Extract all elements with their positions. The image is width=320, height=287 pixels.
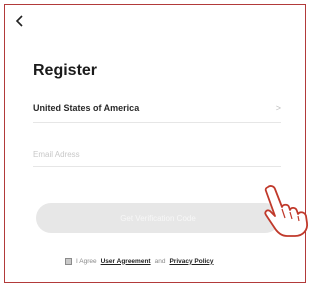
get-verification-code-button[interactable]: Get Verification Code (36, 203, 280, 233)
email-field[interactable] (33, 143, 281, 167)
user-agreement-link[interactable]: User Agreement (101, 258, 151, 265)
country-selector[interactable]: United States of America > (33, 97, 281, 123)
page-title: Register (33, 62, 98, 79)
agree-prefix: I Agree (76, 257, 97, 265)
chevron-left-icon[interactable] (15, 15, 29, 29)
agreement-row: I Agree User Agreement and Privacy Polic… (65, 255, 214, 267)
phone-frame: Register United States of America > Get … (4, 4, 306, 283)
hand-pointer-icon (264, 185, 308, 237)
privacy-policy-link[interactable]: Privacy Policy (169, 258, 213, 265)
agree-and: and (154, 257, 166, 265)
agree-checkbox[interactable] (65, 257, 72, 265)
country-label: United States of America (33, 103, 140, 113)
chevron-right-icon: > (275, 103, 281, 113)
